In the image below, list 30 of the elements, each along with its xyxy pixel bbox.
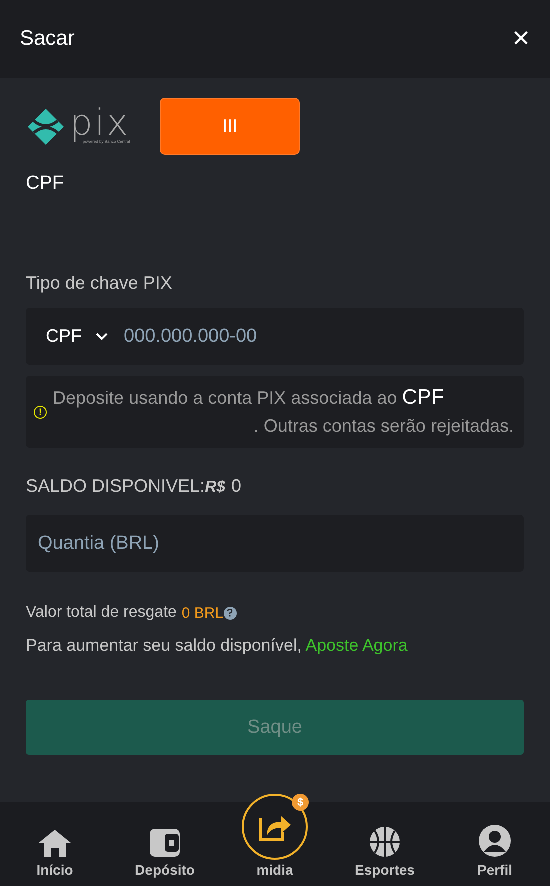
close-button[interactable]: × bbox=[512, 24, 530, 54]
warning-icon: ! bbox=[34, 406, 47, 418]
chevron-down-icon bbox=[96, 332, 108, 340]
balance-value: 0 bbox=[232, 476, 242, 497]
nav-item[interactable]: Perfil bbox=[450, 824, 540, 878]
help-icon[interactable] bbox=[224, 606, 237, 620]
pix-key-field[interactable]: CPF 000.000.000-00 bbox=[26, 308, 524, 365]
method-label: CPF bbox=[26, 173, 65, 195]
total-label: Valor total de resgate bbox=[26, 604, 177, 622]
nav-item[interactable]: Esportes bbox=[340, 826, 430, 878]
key-type-select[interactable]: CPF bbox=[46, 326, 108, 347]
notice-text: Deposite usando a conta PIX associada ao CPF . Outras contas serão rejeitadas. bbox=[53, 385, 514, 438]
hint-text: Para aumentar seu saldo disponível, Aposte Agora bbox=[26, 636, 409, 656]
currency-symbol: R$ bbox=[205, 479, 226, 497]
diamond-logo-icon bbox=[26, 106, 66, 146]
nav-item[interactable]: $ midia bbox=[230, 794, 320, 878]
balance-label: SALDO DISPONIVEL: bbox=[26, 476, 206, 497]
pix-key-input[interactable]: 000.000.000-00 bbox=[122, 324, 504, 348]
nav-item[interactable]: Depósito bbox=[120, 828, 210, 878]
coin-badge: $ bbox=[292, 794, 309, 811]
field-label: Tipo de chave PIX bbox=[26, 273, 174, 294]
wallet-icon bbox=[149, 828, 181, 858]
bet-now-link[interactable]: Aposte Agora bbox=[306, 636, 408, 655]
nav-item[interactable]: Início bbox=[10, 828, 100, 878]
user-icon bbox=[478, 824, 512, 858]
total-value: 0 BRL bbox=[182, 604, 224, 622]
basketball-icon bbox=[369, 826, 401, 858]
amount-field[interactable]: Quantia (BRL) bbox=[26, 515, 524, 572]
home-icon bbox=[38, 828, 72, 858]
window-title: Sacar bbox=[20, 27, 75, 51]
